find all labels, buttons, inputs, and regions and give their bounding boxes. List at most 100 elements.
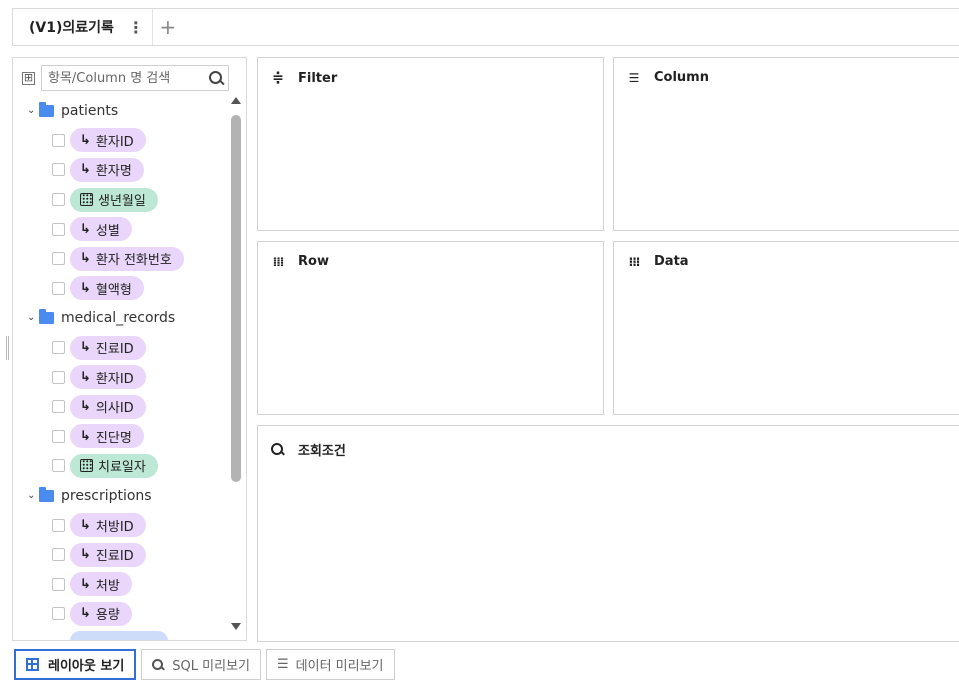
- field-label: 성별: [95, 223, 120, 239]
- field-pill[interactable]: ↳ 처방ID: [70, 513, 146, 538]
- folder-label: prescriptions: [61, 487, 152, 504]
- panel-splitter-handle[interactable]: [6, 336, 9, 360]
- field-checkbox[interactable]: [52, 607, 65, 621]
- calendar-icon: [80, 193, 93, 207]
- field-pill[interactable]: ↳ 환자명: [70, 157, 144, 182]
- field-checkbox[interactable]: [52, 518, 65, 532]
- data-zone[interactable]: ⁝⁝⁝ Data: [613, 241, 959, 415]
- dimension-icon: ↳: [80, 221, 91, 237]
- field-pill[interactable]: ↳ 의사ID: [70, 394, 146, 419]
- field-checkbox[interactable]: [52, 133, 65, 147]
- search-icon: [152, 658, 164, 671]
- field-label: 생년월일: [98, 194, 146, 210]
- folder-medical-records[interactable]: ⌄ medical_records: [13, 303, 228, 333]
- expand-all-icon[interactable]: ⊞: [22, 71, 35, 85]
- search-input[interactable]: [48, 70, 208, 86]
- tab-menu-icon[interactable]: ⋮: [128, 18, 144, 37]
- search-icon[interactable]: [208, 70, 224, 86]
- field-pill[interactable]: ↳ 환자ID: [70, 128, 146, 153]
- row-icon: ⁞⁞⁞: [272, 254, 285, 269]
- field-row: ↳ 환자ID: [13, 126, 228, 156]
- field-checkbox[interactable]: [52, 459, 65, 473]
- folder-label: medical_records: [61, 309, 176, 326]
- data-preview-button[interactable]: ☰ 데이터 미리보기: [266, 649, 395, 680]
- field-checkbox[interactable]: [52, 163, 65, 177]
- field-pill[interactable]: ↳ 진료ID: [70, 542, 146, 567]
- row-zone-label: Row: [298, 254, 329, 269]
- row-zone[interactable]: ⁞⁞⁞ Row: [257, 241, 604, 415]
- field-checkbox[interactable]: [52, 222, 65, 236]
- field-checkbox[interactable]: [52, 252, 65, 266]
- list-icon: ☰: [277, 657, 289, 672]
- field-row: ↳ 환자명: [13, 155, 228, 185]
- layout-view-label: 레이아웃 보기: [48, 659, 125, 674]
- tab-bar: (V1)의료기록 ⋮ +: [12, 8, 959, 46]
- field-checkbox[interactable]: [52, 281, 65, 295]
- data-icon: ⁝⁝⁝: [628, 254, 641, 269]
- field-row: 생년월일: [13, 185, 228, 215]
- field-pill[interactable]: ↳ 용량: [70, 601, 132, 626]
- field-row: ↳ 진단명: [13, 422, 228, 452]
- filter-zone[interactable]: ≑ Filter: [257, 57, 604, 231]
- field-label: 환자명: [95, 164, 132, 180]
- chevron-down-icon[interactable]: ⌄: [27, 105, 39, 116]
- tree-scrollbar[interactable]: [231, 96, 241, 632]
- field-checkbox[interactable]: [52, 400, 65, 414]
- field-checkbox[interactable]: [52, 370, 65, 384]
- dimension-icon: ↳: [80, 399, 91, 415]
- field-pill[interactable]: 치료일자: [70, 453, 158, 478]
- field-checkbox[interactable]: [52, 548, 65, 562]
- field-pill[interactable]: ↳ 성별: [70, 217, 132, 242]
- folder-label: patients: [61, 102, 119, 119]
- scroll-up-arrow-icon[interactable]: [231, 97, 241, 104]
- field-checkbox[interactable]: [52, 429, 65, 443]
- sql-preview-button[interactable]: SQL 미리보기: [141, 649, 261, 680]
- scrollbar-thumb[interactable]: [231, 115, 241, 482]
- field-row-partial: [13, 629, 228, 640]
- folder-patients[interactable]: ⌄ patients: [13, 96, 228, 126]
- column-zone[interactable]: ☰ Column: [613, 57, 959, 231]
- search-box[interactable]: [41, 65, 229, 91]
- layout-view-button[interactable]: 레이아웃 보기: [14, 649, 137, 680]
- field-row: ↳ 처방: [13, 570, 228, 600]
- field-pill[interactable]: ↳ 진단명: [70, 424, 144, 449]
- column-zone-label: Column: [654, 70, 709, 85]
- query-condition-label: 조회조건: [298, 444, 346, 459]
- field-label: 진료ID: [95, 342, 134, 358]
- field-pill[interactable]: ↳ 진료ID: [70, 335, 146, 360]
- field-checkbox[interactable]: [52, 577, 65, 591]
- field-checkbox[interactable]: [52, 341, 65, 355]
- dimension-icon: ↳: [80, 606, 91, 622]
- tab-v1-medical-records[interactable]: (V1)의료기록 ⋮: [13, 9, 153, 45]
- field-pill[interactable]: 생년월일: [70, 187, 158, 212]
- calendar-icon: [80, 459, 93, 473]
- field-row: ↳ 처방ID: [13, 510, 228, 540]
- add-tab-button[interactable]: +: [153, 9, 183, 45]
- layout-icon: [26, 658, 39, 671]
- field-row: ↳ 진료ID: [13, 540, 228, 570]
- field-row: 치료일자: [13, 451, 228, 481]
- bottom-toolbar: 레이아웃 보기 SQL 미리보기 ☰ 데이터 미리보기: [14, 649, 400, 680]
- field-pill-partial[interactable]: [70, 630, 168, 640]
- dimension-icon: ↳: [80, 340, 91, 356]
- search-icon: [271, 443, 284, 456]
- dimension-icon: ↳: [80, 576, 91, 592]
- chevron-down-icon[interactable]: ⌄: [27, 312, 39, 323]
- field-label: 혈액형: [95, 282, 132, 298]
- query-condition-zone[interactable]: 조회조건: [257, 425, 959, 642]
- field-tree-panel: ⊞ ⌄patients↳환자ID↳환자명생년월일↳성별↳환자 전화번호↳혈액형⌄…: [12, 57, 247, 641]
- dimension-icon: ↳: [80, 162, 91, 178]
- field-pill[interactable]: ↳ 환자ID: [70, 365, 146, 390]
- folder-prescriptions[interactable]: ⌄ prescriptions: [13, 481, 228, 511]
- dimension-icon: ↳: [80, 132, 91, 148]
- field-pill[interactable]: ↳ 처방: [70, 572, 132, 597]
- field-label: 의사ID: [95, 401, 134, 417]
- folder-icon: [39, 308, 54, 324]
- filter-zone-label: Filter: [298, 70, 338, 86]
- field-pill[interactable]: ↳ 환자 전화번호: [70, 246, 184, 271]
- field-row: ↳ 환자 전화번호: [13, 244, 228, 274]
- scroll-down-arrow-icon[interactable]: [231, 623, 241, 630]
- field-checkbox[interactable]: [52, 193, 65, 207]
- chevron-down-icon[interactable]: ⌄: [27, 490, 39, 501]
- field-pill[interactable]: ↳ 혈액형: [70, 276, 144, 301]
